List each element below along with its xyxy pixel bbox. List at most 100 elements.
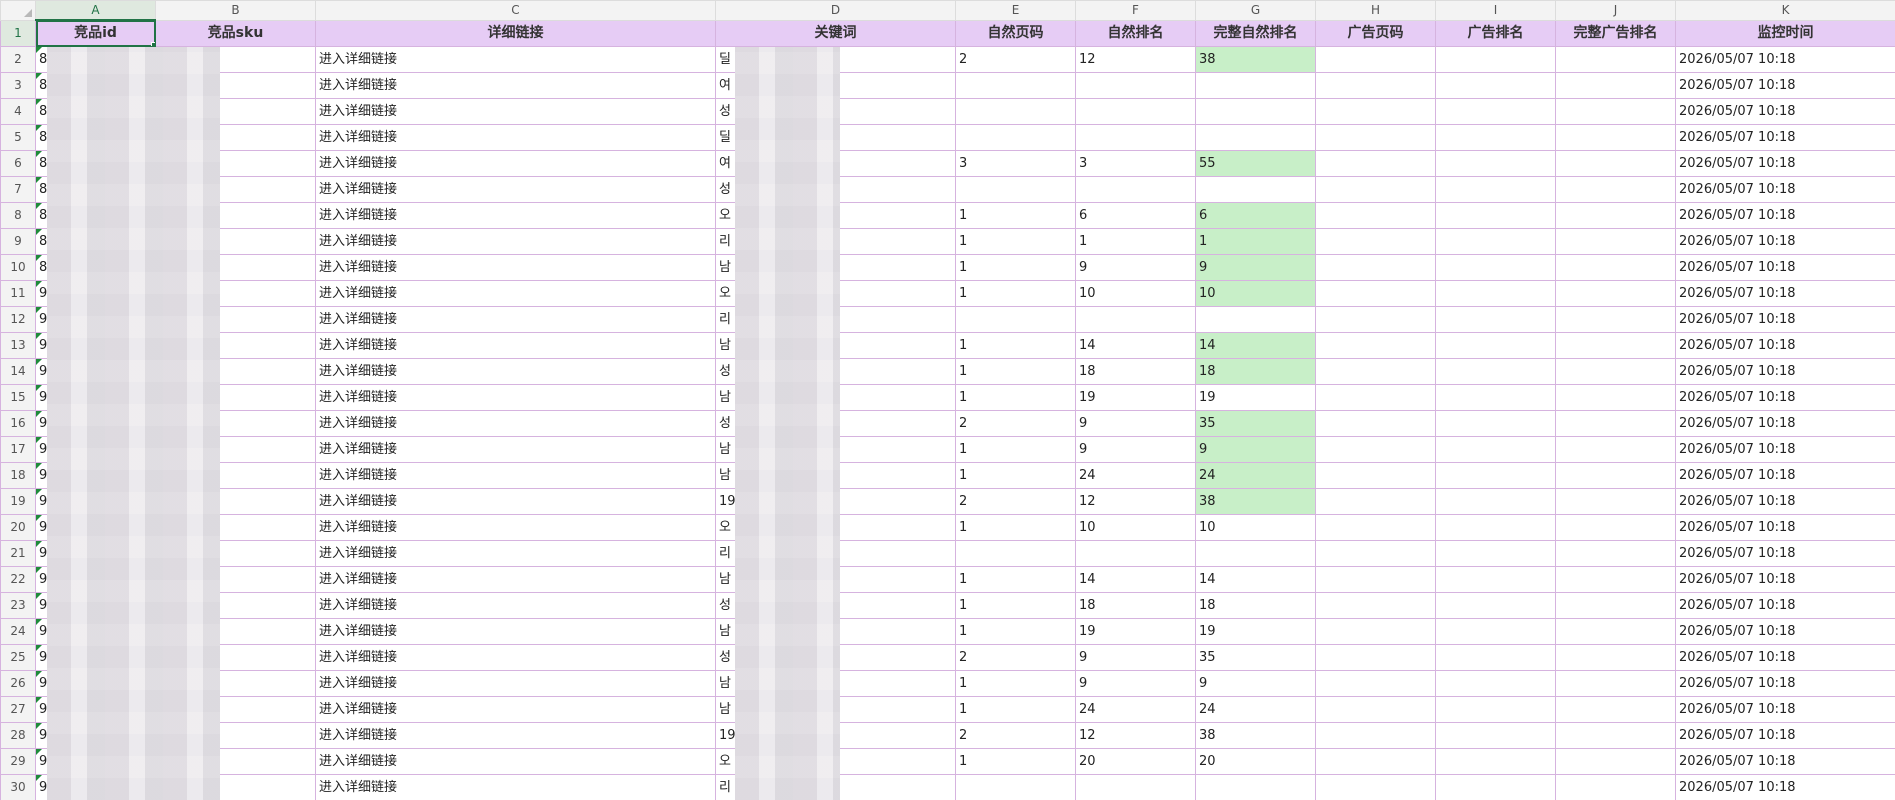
cell-monitor-time[interactable]: 2026/05/07 10:18 xyxy=(1675,670,1895,697)
cell-full-ad-rank[interactable] xyxy=(1555,384,1676,411)
cell-full-natural-rank[interactable]: 24 xyxy=(1195,696,1316,723)
cell-ad-rank[interactable] xyxy=(1435,722,1556,749)
cell-full-natural-rank[interactable]: 35 xyxy=(1195,644,1316,671)
cell-ad-page[interactable] xyxy=(1315,566,1436,593)
cell-monitor-time[interactable]: 2026/05/07 10:18 xyxy=(1675,332,1895,359)
cell-ad-page[interactable] xyxy=(1315,722,1436,749)
cell-full-natural-rank[interactable]: 18 xyxy=(1195,592,1316,619)
cell-monitor-time[interactable]: 2026/05/07 10:18 xyxy=(1675,254,1895,281)
cell-detail-link[interactable]: 进入详细链接 xyxy=(315,46,716,73)
cell-full-ad-rank[interactable] xyxy=(1555,410,1676,437)
cell-natural-page[interactable]: 1 xyxy=(955,462,1076,489)
row-number[interactable]: 13 xyxy=(0,332,36,359)
cell-ad-rank[interactable] xyxy=(1435,436,1556,463)
cell-detail-link[interactable]: 进入详细链接 xyxy=(315,670,716,697)
cell-keyword[interactable]: 성 xyxy=(715,410,956,437)
row-number[interactable]: 4 xyxy=(0,98,36,125)
cell-natural-page[interactable] xyxy=(955,124,1076,151)
cell-product-sku[interactable]: 14 xyxy=(155,202,316,229)
cell-full-ad-rank[interactable] xyxy=(1555,358,1676,385)
cell-natural-rank[interactable]: 14 xyxy=(1075,566,1196,593)
row-number[interactable]: 29 xyxy=(0,748,36,775)
cell-natural-rank[interactable] xyxy=(1075,176,1196,203)
cell-product-id[interactable]: 907 xyxy=(35,280,156,307)
row-number[interactable]: 19 xyxy=(0,488,36,515)
cell-full-ad-rank[interactable] xyxy=(1555,98,1676,125)
cell-ad-page[interactable] xyxy=(1315,150,1436,177)
cell-ad-rank[interactable] xyxy=(1435,72,1556,99)
cell-detail-link[interactable]: 进入详细链接 xyxy=(315,124,716,151)
cell-natural-page[interactable]: 2 xyxy=(955,488,1076,515)
cell-detail-link[interactable]: 进入详细链接 xyxy=(315,306,716,333)
cell-natural-rank[interactable]: 12 xyxy=(1075,46,1196,73)
cell-product-sku[interactable]: 76 xyxy=(155,696,316,723)
cell-full-natural-rank[interactable]: 55 xyxy=(1195,150,1316,177)
cell-ad-page[interactable] xyxy=(1315,228,1436,255)
cell-ad-page[interactable] xyxy=(1315,670,1436,697)
cell-ad-rank[interactable] xyxy=(1435,644,1556,671)
cell-product-id[interactable]: 907 xyxy=(35,306,156,333)
cell-full-ad-rank[interactable] xyxy=(1555,254,1676,281)
cell-full-ad-rank[interactable] xyxy=(1555,618,1676,645)
cell-full-ad-rank[interactable] xyxy=(1555,592,1676,619)
cell-full-natural-rank[interactable] xyxy=(1195,774,1316,800)
column-letter-f[interactable]: F xyxy=(1075,0,1196,21)
row-number[interactable]: 21 xyxy=(0,540,36,567)
cell-product-sku[interactable]: 81 xyxy=(155,98,316,125)
cell-full-ad-rank[interactable] xyxy=(1555,176,1676,203)
cell-ad-rank[interactable] xyxy=(1435,176,1556,203)
cell-full-natural-rank[interactable]: 18 xyxy=(1195,358,1316,385)
cell-ad-page[interactable] xyxy=(1315,618,1436,645)
cell-ad-rank[interactable] xyxy=(1435,306,1556,333)
header-cell-j[interactable]: 完整广告排名 xyxy=(1555,19,1676,47)
cell-natural-rank[interactable]: 19 xyxy=(1075,618,1196,645)
cell-product-id[interactable]: 907 xyxy=(35,488,156,515)
cell-full-natural-rank[interactable]: 20 xyxy=(1195,748,1316,775)
cell-ad-rank[interactable] xyxy=(1435,540,1556,567)
cell-full-ad-rank[interactable] xyxy=(1555,306,1676,333)
cell-ad-rank[interactable] xyxy=(1435,618,1556,645)
cell-full-natural-rank[interactable] xyxy=(1195,72,1316,99)
cell-monitor-time[interactable]: 2026/05/07 10:18 xyxy=(1675,124,1895,151)
cell-ad-page[interactable] xyxy=(1315,488,1436,515)
cell-product-id[interactable]: 854 xyxy=(35,150,156,177)
cell-full-natural-rank[interactable] xyxy=(1195,176,1316,203)
cell-full-ad-rank[interactable] xyxy=(1555,46,1676,73)
cell-product-id[interactable]: 870 xyxy=(35,228,156,255)
cell-ad-page[interactable] xyxy=(1315,540,1436,567)
column-letter-d[interactable]: D xyxy=(715,0,956,21)
cell-natural-rank[interactable]: 12 xyxy=(1075,722,1196,749)
header-cell-k[interactable]: 监控时间 xyxy=(1675,19,1895,47)
row-number[interactable]: 16 xyxy=(0,410,36,437)
cell-full-natural-rank[interactable]: 38 xyxy=(1195,722,1316,749)
row-number[interactable]: 23 xyxy=(0,592,36,619)
cell-natural-page[interactable]: 1 xyxy=(955,670,1076,697)
cell-natural-page[interactable]: 1 xyxy=(955,384,1076,411)
cell-ad-page[interactable] xyxy=(1315,410,1436,437)
cell-detail-link[interactable]: 进入详细链接 xyxy=(315,722,716,749)
cell-ad-rank[interactable] xyxy=(1435,410,1556,437)
cell-ad-page[interactable] xyxy=(1315,644,1436,671)
cell-monitor-time[interactable]: 2026/05/07 10:18 xyxy=(1675,748,1895,775)
cell-product-id[interactable]: 907 xyxy=(35,722,156,749)
cell-product-sku[interactable]: 76 xyxy=(155,306,316,333)
cell-monitor-time[interactable]: 2026/05/07 10:18 xyxy=(1675,410,1895,437)
cell-ad-rank[interactable] xyxy=(1435,332,1556,359)
column-letter-c[interactable]: C xyxy=(315,0,716,21)
cell-natural-rank[interactable]: 19 xyxy=(1075,384,1196,411)
cell-product-id[interactable]: 907 xyxy=(35,748,156,775)
cell-natural-page[interactable]: 2 xyxy=(955,46,1076,73)
cell-ad-rank[interactable] xyxy=(1435,98,1556,125)
cell-full-ad-rank[interactable] xyxy=(1555,696,1676,723)
cell-natural-page[interactable] xyxy=(955,72,1076,99)
row-number[interactable]: 3 xyxy=(0,72,36,99)
cell-detail-link[interactable]: 进入详细链接 xyxy=(315,566,716,593)
cell-natural-rank[interactable]: 1 xyxy=(1075,228,1196,255)
cell-natural-page[interactable] xyxy=(955,774,1076,800)
row-number[interactable]: 30 xyxy=(0,774,36,800)
cell-keyword[interactable]: 리 xyxy=(715,306,956,333)
cell-monitor-time[interactable]: 2026/05/07 10:18 xyxy=(1675,98,1895,125)
cell-keyword[interactable]: 성 xyxy=(715,98,956,125)
cell-product-sku[interactable]: 76 xyxy=(155,592,316,619)
cell-monitor-time[interactable]: 2026/05/07 10:18 xyxy=(1675,202,1895,229)
